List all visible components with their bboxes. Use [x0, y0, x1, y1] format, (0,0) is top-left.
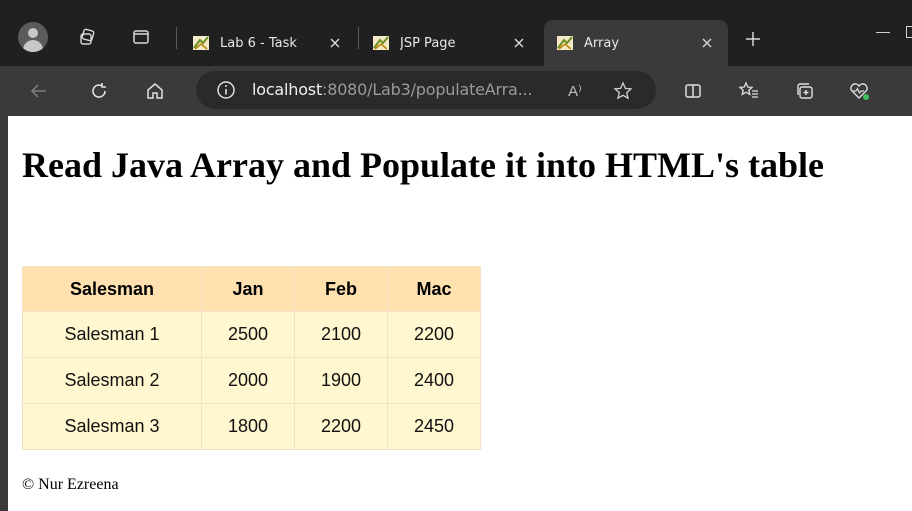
table-cell: 2400	[387, 357, 481, 404]
favorites-icon[interactable]	[734, 76, 764, 106]
tab-strip: Lab 6 - Task JSP Page Array	[0, 0, 912, 66]
restore-icon[interactable]	[906, 26, 912, 38]
url-text[interactable]: localhost:8080/Lab3/populateArra...	[252, 71, 532, 109]
minimize-icon[interactable]	[876, 32, 890, 33]
tab-array[interactable]: Array	[544, 20, 728, 66]
profile-avatar[interactable]	[18, 22, 48, 52]
favorite-star-icon[interactable]	[612, 80, 634, 102]
split-screen-icon[interactable]	[678, 76, 708, 106]
browser-toolbar: localhost:8080/Lab3/populateArra... A⁾	[0, 66, 912, 116]
table-cell: 2500	[201, 311, 295, 358]
tab-title: JSP Page	[400, 35, 456, 51]
page-heading: Read Java Array and Populate it into HTM…	[22, 145, 825, 185]
tab-separator	[358, 27, 359, 49]
table-cell: Salesman 3	[22, 403, 202, 450]
home-icon[interactable]	[140, 76, 170, 106]
new-tab-icon[interactable]	[742, 28, 764, 50]
table-cell: 2200	[387, 311, 481, 358]
workspaces-icon[interactable]	[72, 22, 102, 52]
table-header-row: Salesman Jan Feb Mac	[22, 266, 481, 312]
refresh-icon[interactable]	[84, 76, 114, 106]
close-tab-icon[interactable]	[324, 32, 346, 54]
table-cell: Salesman 2	[22, 357, 202, 404]
collections-icon[interactable]	[790, 76, 820, 106]
avatar-body	[23, 40, 43, 52]
browser-essentials-icon[interactable]	[844, 76, 874, 106]
address-bar[interactable]: localhost:8080/Lab3/populateArra... A⁾	[196, 71, 656, 109]
avatar-head	[28, 28, 38, 38]
tomcat-favicon-icon	[557, 36, 573, 50]
tomcat-favicon-icon	[373, 36, 389, 50]
tab-lab6[interactable]: Lab 6 - Task	[180, 20, 356, 66]
table-cell: 1900	[294, 357, 388, 404]
tomcat-favicon-icon	[193, 36, 209, 50]
tab-title: Array	[584, 35, 620, 51]
footer-copyright: © Nur Ezreena	[22, 476, 119, 493]
site-info-icon[interactable]	[216, 80, 236, 100]
back-icon[interactable]	[24, 76, 54, 106]
tab-actions-icon[interactable]	[126, 22, 156, 52]
table-cell: 2100	[294, 311, 388, 358]
column-header: Jan	[201, 266, 295, 312]
table-row: Salesman 3 1800 2200 2450	[22, 403, 481, 450]
table-row: Salesman 1 2500 2100 2200	[22, 311, 481, 358]
sales-table: Salesman Jan Feb Mac Salesman 1 2500 210…	[22, 266, 481, 450]
table-cell: 2200	[294, 403, 388, 450]
table-cell: 2450	[387, 403, 481, 450]
table-row: Salesman 2 2000 1900 2400	[22, 357, 481, 404]
table-cell: 1800	[201, 403, 295, 450]
tab-jsp-page[interactable]: JSP Page	[360, 20, 540, 66]
page-content: Read Java Array and Populate it into HTM…	[8, 116, 912, 511]
close-tab-icon[interactable]	[508, 32, 530, 54]
tab-separator	[176, 27, 177, 49]
table-cell: Salesman 1	[22, 311, 202, 358]
column-header: Feb	[294, 266, 388, 312]
window-edge	[0, 116, 8, 511]
column-header: Salesman	[22, 266, 202, 312]
url-host: localhost	[252, 80, 323, 99]
browser-chrome: Lab 6 - Task JSP Page Array localhost:80…	[0, 0, 912, 116]
table-cell: 2000	[201, 357, 295, 404]
tab-title: Lab 6 - Task	[220, 35, 297, 51]
column-header: Mac	[387, 266, 481, 312]
close-tab-icon[interactable]	[696, 32, 718, 54]
url-path: :8080/Lab3/populateArra...	[322, 80, 533, 99]
read-aloud-icon[interactable]: A⁾	[564, 80, 586, 102]
